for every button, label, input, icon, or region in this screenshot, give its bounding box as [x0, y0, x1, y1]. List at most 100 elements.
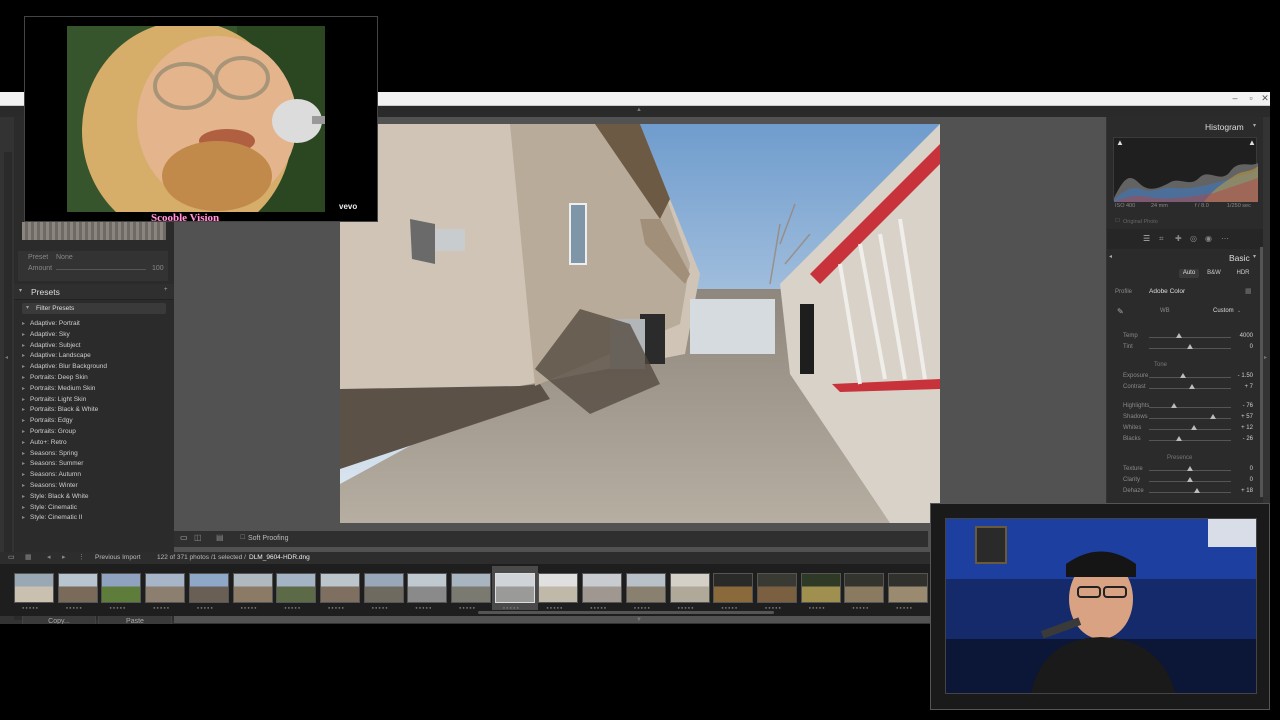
dehaze-value[interactable]: + 18 — [1241, 488, 1253, 494]
masking-icon[interactable]: ◎ — [1190, 234, 1197, 243]
copy-button[interactable]: Copy... — [22, 615, 96, 624]
close-icon[interactable]: ✕ — [1258, 93, 1270, 104]
dehaze-slider[interactable] — [1149, 492, 1231, 493]
highlights-slider[interactable] — [1149, 407, 1231, 408]
preset-item[interactable]: Portraits: Deep Skin — [22, 374, 88, 381]
temp-slider-thumb[interactable] — [1176, 333, 1183, 338]
highlights-value[interactable]: - 76 — [1243, 403, 1253, 409]
whites-slider[interactable] — [1149, 429, 1231, 430]
amount-slider[interactable] — [56, 269, 146, 270]
crop-icon[interactable]: ⌗ — [1159, 234, 1164, 244]
clarity-slider-thumb[interactable] — [1187, 477, 1193, 482]
collapse-right-icon[interactable]: ▸ — [1264, 354, 1267, 361]
back-icon[interactable]: ◂ — [47, 553, 51, 561]
filmstrip-source[interactable]: Previous Import — [95, 554, 141, 561]
shadows-slider-thumb[interactable] — [1209, 414, 1216, 419]
preset-item[interactable]: Seasons: Spring — [22, 450, 78, 457]
filmstrip-scrollbar[interactable] — [478, 611, 774, 614]
filmstrip-thumbnail[interactable] — [756, 573, 797, 603]
contrast-value[interactable]: + 7 — [1244, 384, 1253, 390]
filmstrip-thumbnail[interactable] — [188, 573, 229, 603]
filmstrip-thumbnail[interactable] — [582, 573, 623, 603]
panel-visibility-icon[interactable]: ◂ — [1109, 253, 1112, 260]
wb-picker-icon[interactable]: ✎ — [1117, 307, 1124, 316]
profile-browser-icon[interactable]: ▦ — [1245, 287, 1252, 295]
right-panel-scrollbar[interactable] — [1260, 247, 1263, 497]
redeye-icon[interactable]: ◉ — [1205, 234, 1212, 243]
auto-button[interactable]: Auto — [1179, 269, 1199, 278]
minimize-icon[interactable]: – — [1228, 93, 1242, 103]
presets-header[interactable]: ▾ Presets + — [14, 284, 174, 300]
whites-value[interactable]: + 12 — [1241, 425, 1253, 431]
filmstrip-thumbnail[interactable] — [800, 573, 841, 603]
shadows-slider[interactable] — [1149, 418, 1231, 419]
preset-item[interactable]: Seasons: Winter — [22, 482, 78, 489]
preset-item[interactable]: Style: Black & White — [22, 493, 88, 500]
collapse-bottom-icon[interactable]: ▼ — [636, 617, 642, 623]
histogram[interactable]: ▲ ▲ — [1113, 137, 1258, 202]
blacks-value[interactable]: - 26 — [1243, 436, 1253, 442]
highlight-clipping-icon[interactable]: ▲ — [1248, 138, 1256, 147]
collapse-histogram-icon[interactable]: ▾ — [1253, 122, 1256, 129]
add-preset-icon[interactable]: + — [164, 287, 168, 293]
wb-select[interactable]: Custom — [1213, 308, 1234, 314]
texture-value[interactable]: 0 — [1250, 466, 1253, 472]
exposure-value[interactable]: - 1.50 — [1238, 373, 1253, 379]
filmstrip-thumbnail[interactable] — [57, 573, 98, 603]
grid-icon[interactable]: ▦ — [25, 553, 32, 561]
whites-slider-thumb[interactable] — [1191, 425, 1198, 430]
filmstrip-thumbnail[interactable] — [625, 573, 666, 603]
tint-value[interactable]: 0 — [1250, 344, 1253, 350]
preset-item[interactable]: Style: Cinematic — [22, 504, 77, 511]
paste-button[interactable]: Paste — [98, 615, 172, 624]
preset-item[interactable]: Adaptive: Portrait — [22, 320, 80, 327]
filmstrip-thumbnail-selected[interactable] — [494, 573, 535, 603]
compare-icon[interactable]: ▤ — [216, 533, 224, 542]
shadow-clipping-icon[interactable]: ▲ — [1116, 138, 1124, 147]
preset-item[interactable]: Portraits: Black & White — [22, 406, 98, 413]
bw-button[interactable]: B&W — [1203, 269, 1225, 278]
collapse-basic-icon[interactable]: ▾ — [1253, 253, 1256, 260]
preset-item[interactable]: Adaptive: Blur Background — [22, 363, 107, 370]
preset-item[interactable]: Seasons: Autumn — [22, 471, 81, 478]
filter-presets-row[interactable]: ▾ Filter Presets — [22, 303, 166, 314]
preset-item[interactable]: Style: Cinematic II — [22, 514, 82, 521]
filmstrip-thumbnail[interactable] — [844, 573, 885, 603]
preset-item[interactable]: Portraits: Light Skin — [22, 396, 86, 403]
preset-item[interactable]: Seasons: Summer — [22, 460, 84, 467]
forward-icon[interactable]: ▸ — [62, 553, 66, 561]
filmstrip-thumbnail[interactable] — [363, 573, 404, 603]
temp-value[interactable]: 4000 — [1240, 333, 1253, 339]
preset-item[interactable]: Auto+: Retro — [22, 439, 67, 446]
blacks-slider[interactable] — [1149, 440, 1231, 441]
filmstrip-menu-icon[interactable]: ⋮ — [78, 553, 85, 561]
filmstrip-thumbnail[interactable] — [538, 573, 579, 603]
collapse-top-icon[interactable]: ▲ — [636, 107, 642, 113]
healing-icon[interactable]: ✚ — [1175, 234, 1182, 243]
second-window-icon[interactable]: ▭ — [8, 553, 15, 561]
main-photo[interactable] — [340, 124, 940, 523]
before-after-icon[interactable]: ◫ — [194, 533, 202, 542]
preset-item[interactable]: Adaptive: Landscape — [22, 352, 91, 359]
filmstrip-thumbnail[interactable] — [101, 573, 142, 603]
collapse-presets-icon[interactable]: ▾ — [19, 287, 22, 294]
navigator-preview[interactable] — [22, 222, 166, 240]
tint-slider-thumb[interactable] — [1187, 344, 1193, 349]
preset-item[interactable]: Portraits: Group — [22, 428, 76, 435]
hdr-button[interactable]: HDR — [1232, 269, 1254, 278]
filmstrip-thumbnail[interactable] — [451, 573, 491, 603]
blacks-slider-thumb[interactable] — [1176, 436, 1183, 441]
clarity-value[interactable]: 0 — [1250, 477, 1253, 483]
preset-item[interactable]: Portraits: Edgy — [22, 417, 73, 424]
collapse-left-icon[interactable]: ◂ — [5, 354, 8, 361]
filmstrip-thumbnail[interactable] — [319, 573, 360, 603]
original-photo-toggle[interactable]: ☐ — [1115, 218, 1120, 224]
soft-proofing-checkbox[interactable]: ☐ — [240, 534, 245, 541]
exposure-slider-thumb[interactable] — [1180, 373, 1187, 378]
edit-sliders-icon[interactable]: ☰ — [1143, 234, 1150, 243]
contrast-slider-thumb[interactable] — [1188, 384, 1195, 389]
loupe-view-icon[interactable]: ▭ — [180, 533, 188, 542]
presets-icon[interactable]: ⋯ — [1221, 234, 1229, 243]
filmstrip-thumbnail[interactable] — [232, 573, 273, 603]
filmstrip-thumbnail[interactable] — [145, 573, 186, 603]
